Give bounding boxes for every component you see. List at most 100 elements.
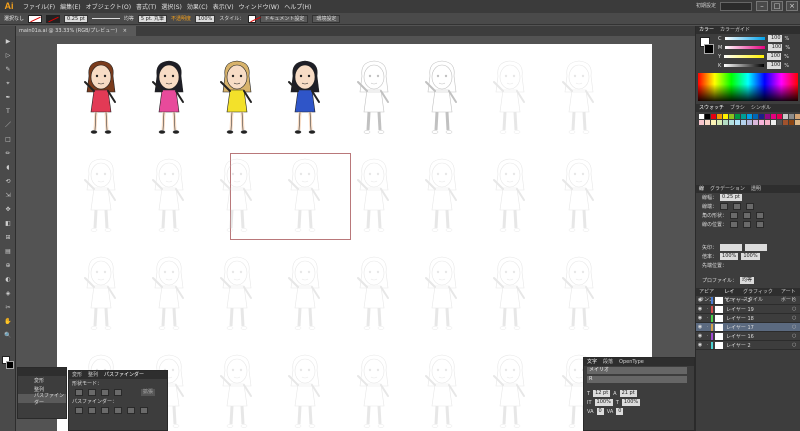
eye-icon[interactable]: ◉ — [696, 315, 704, 321]
tab-brushes[interactable]: ブラシ — [730, 104, 745, 112]
color-c-slider[interactable] — [724, 37, 765, 40]
tool-13-icon[interactable]: ◧ — [3, 220, 13, 227]
arrow-scale-a[interactable]: 100% — [720, 253, 739, 260]
swatch-1[interactable] — [705, 114, 710, 119]
swatch-18[interactable] — [705, 120, 710, 125]
character-illustration-faint[interactable] — [215, 254, 259, 332]
outline-button[interactable] — [127, 407, 135, 414]
leading-field[interactable]: 21 pt — [619, 390, 637, 397]
swatch-24[interactable] — [741, 120, 746, 125]
character-illustration-faint[interactable] — [420, 352, 464, 430]
eye-icon[interactable]: ◉ — [696, 297, 704, 303]
tool-11-icon[interactable]: ⇲ — [3, 192, 13, 199]
kerning-field[interactable]: 0 — [596, 408, 604, 415]
stroke-weight-input[interactable]: 0.25 pt — [720, 194, 742, 201]
character-illustration-faint[interactable] — [557, 156, 601, 234]
cap-round-button[interactable] — [733, 203, 742, 210]
layer-row[interactable]: ◉ · レイヤー 2 ○ — [696, 341, 800, 350]
stroke-swatch[interactable] — [46, 14, 61, 23]
intersect-button[interactable] — [101, 389, 109, 396]
target-icon[interactable]: ○ — [792, 333, 800, 339]
color-spectrum[interactable] — [698, 73, 798, 101]
expand-button[interactable]: 拡張 — [141, 389, 156, 396]
character-illustration-faint[interactable] — [147, 156, 191, 234]
target-icon[interactable]: ○ — [792, 306, 800, 312]
align-center-button[interactable] — [730, 221, 739, 228]
character-illustration-colored[interactable] — [147, 58, 191, 136]
hscale-field[interactable]: 100% — [621, 399, 641, 406]
lock-icon[interactable]: · — [704, 297, 711, 303]
stroke-color-chip[interactable] — [704, 44, 714, 54]
arrow-start-select[interactable] — [720, 244, 743, 251]
color-c-field[interactable]: 100 — [767, 35, 782, 42]
font-style-select[interactable]: R — [587, 376, 687, 383]
character-illustration-faint[interactable] — [283, 156, 327, 234]
opacity-label[interactable]: 不透明度 — [171, 15, 191, 22]
menu-select[interactable]: 選択(S) — [161, 2, 182, 11]
minus-back-button[interactable] — [140, 407, 148, 414]
minus-front-button[interactable] — [88, 389, 96, 396]
character-illustration-faint[interactable] — [283, 352, 327, 430]
brush-field[interactable]: 5 pt. 丸筆 — [137, 14, 167, 23]
character-illustration-colored[interactable] — [283, 58, 327, 136]
swatch-11[interactable] — [765, 114, 770, 119]
stroke-weight-field[interactable]: 0.25 pt — [64, 14, 88, 23]
tab-symbols[interactable]: シンボル — [751, 104, 771, 112]
character-illustration-faint[interactable] — [488, 156, 532, 234]
tab-swatches[interactable]: スウォッチ — [699, 104, 724, 112]
swatch-13[interactable] — [777, 114, 782, 119]
tab-color-guide[interactable]: カラーガイド — [720, 26, 750, 34]
target-icon[interactable]: ○ — [792, 297, 800, 303]
toolbar-stroke-chip[interactable] — [6, 361, 14, 369]
merge-button[interactable] — [101, 407, 109, 414]
character-illustration-faint[interactable] — [352, 254, 396, 332]
close-button[interactable]: × — [786, 1, 798, 11]
align-inside-button[interactable] — [743, 221, 752, 228]
tab-artboards[interactable]: アートボード — [781, 288, 800, 303]
target-icon[interactable]: ○ — [792, 324, 800, 330]
vscale-field[interactable]: 100% — [594, 399, 613, 406]
swatch-0[interactable] — [699, 114, 704, 119]
swatch-12[interactable] — [771, 114, 776, 119]
swatch-16[interactable] — [795, 114, 800, 119]
character-illustration-faint[interactable] — [557, 254, 601, 332]
swatch-10[interactable] — [759, 114, 764, 119]
tool-17-icon[interactable]: ◐ — [3, 276, 13, 283]
character-illustration-faint[interactable] — [488, 254, 532, 332]
swatch-31[interactable] — [783, 120, 788, 125]
maximize-button[interactable]: □ — [771, 1, 783, 11]
layer-row[interactable]: ◉ · レイヤー 19 ○ — [696, 305, 800, 314]
menu-view[interactable]: 表示(V) — [213, 2, 234, 11]
swatch-6[interactable] — [735, 114, 740, 119]
stroke-style-label[interactable]: 均等 — [124, 15, 134, 22]
character-illustration-faint[interactable] — [215, 352, 259, 430]
swatch-15[interactable] — [789, 114, 794, 119]
swatch-20[interactable] — [717, 120, 722, 125]
color-k-field[interactable]: 100 — [767, 62, 782, 69]
tab-color[interactable]: カラー — [699, 26, 714, 34]
character-illustration-faint[interactable] — [420, 254, 464, 332]
swatch-2[interactable] — [711, 114, 716, 119]
tool-16-icon[interactable]: ⊕ — [3, 262, 13, 269]
lock-icon[interactable]: · — [704, 342, 711, 348]
tab-stroke[interactable]: 線 — [699, 185, 704, 193]
swatch-5[interactable] — [729, 114, 734, 119]
swatch-30[interactable] — [777, 120, 782, 125]
align-outside-button[interactable] — [756, 221, 765, 228]
tool-6-icon[interactable]: ／ — [3, 122, 13, 129]
swatch-9[interactable] — [753, 114, 758, 119]
swatch-7[interactable] — [741, 114, 746, 119]
eye-icon[interactable]: ◉ — [696, 324, 704, 330]
trim-button[interactable] — [88, 407, 96, 414]
profile-select[interactable]: 均等 — [740, 277, 755, 284]
tab-transform[interactable]: 変形 — [72, 371, 82, 379]
swatch-25[interactable] — [747, 120, 752, 125]
tool-8-icon[interactable]: ✏ — [3, 150, 13, 157]
color-y-field[interactable]: 100 — [767, 53, 782, 60]
lock-icon[interactable]: · — [704, 306, 711, 312]
menu-help[interactable]: ヘルプ(H) — [284, 2, 311, 11]
color-y-slider[interactable] — [724, 55, 765, 58]
target-icon[interactable]: ○ — [792, 315, 800, 321]
tab-character[interactable]: 文字 — [587, 358, 597, 366]
character-illustration-faint[interactable] — [557, 58, 601, 136]
